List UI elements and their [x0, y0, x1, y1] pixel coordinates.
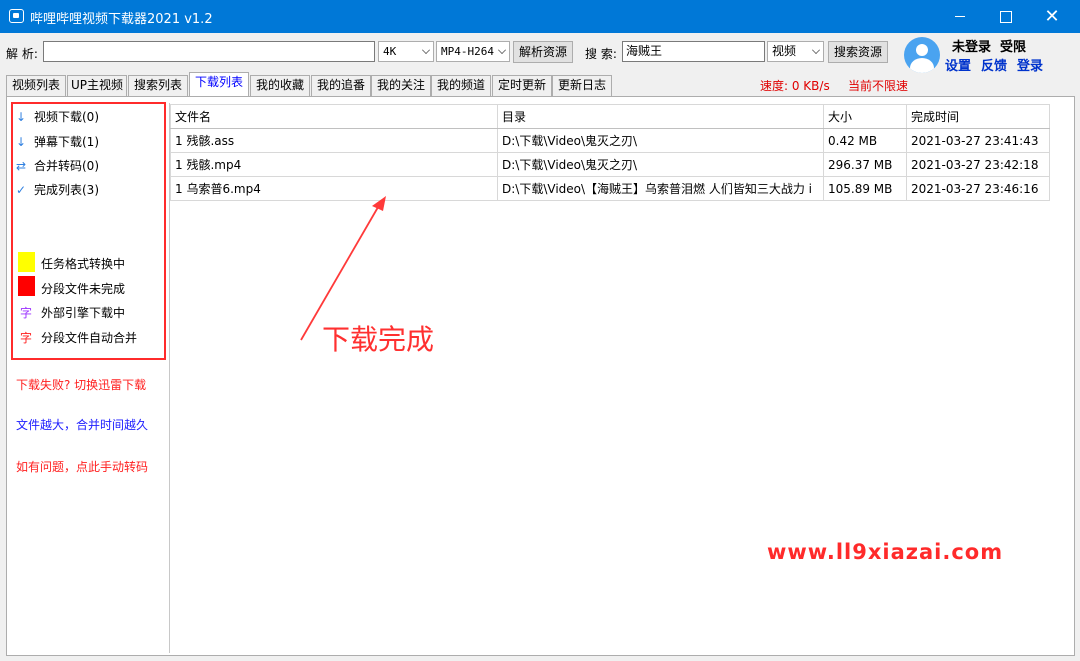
arrow-head-icon	[372, 196, 386, 211]
annotation-text: 下载完成	[322, 323, 435, 356]
watermark: www.ll9xiazai.com	[767, 540, 1004, 564]
